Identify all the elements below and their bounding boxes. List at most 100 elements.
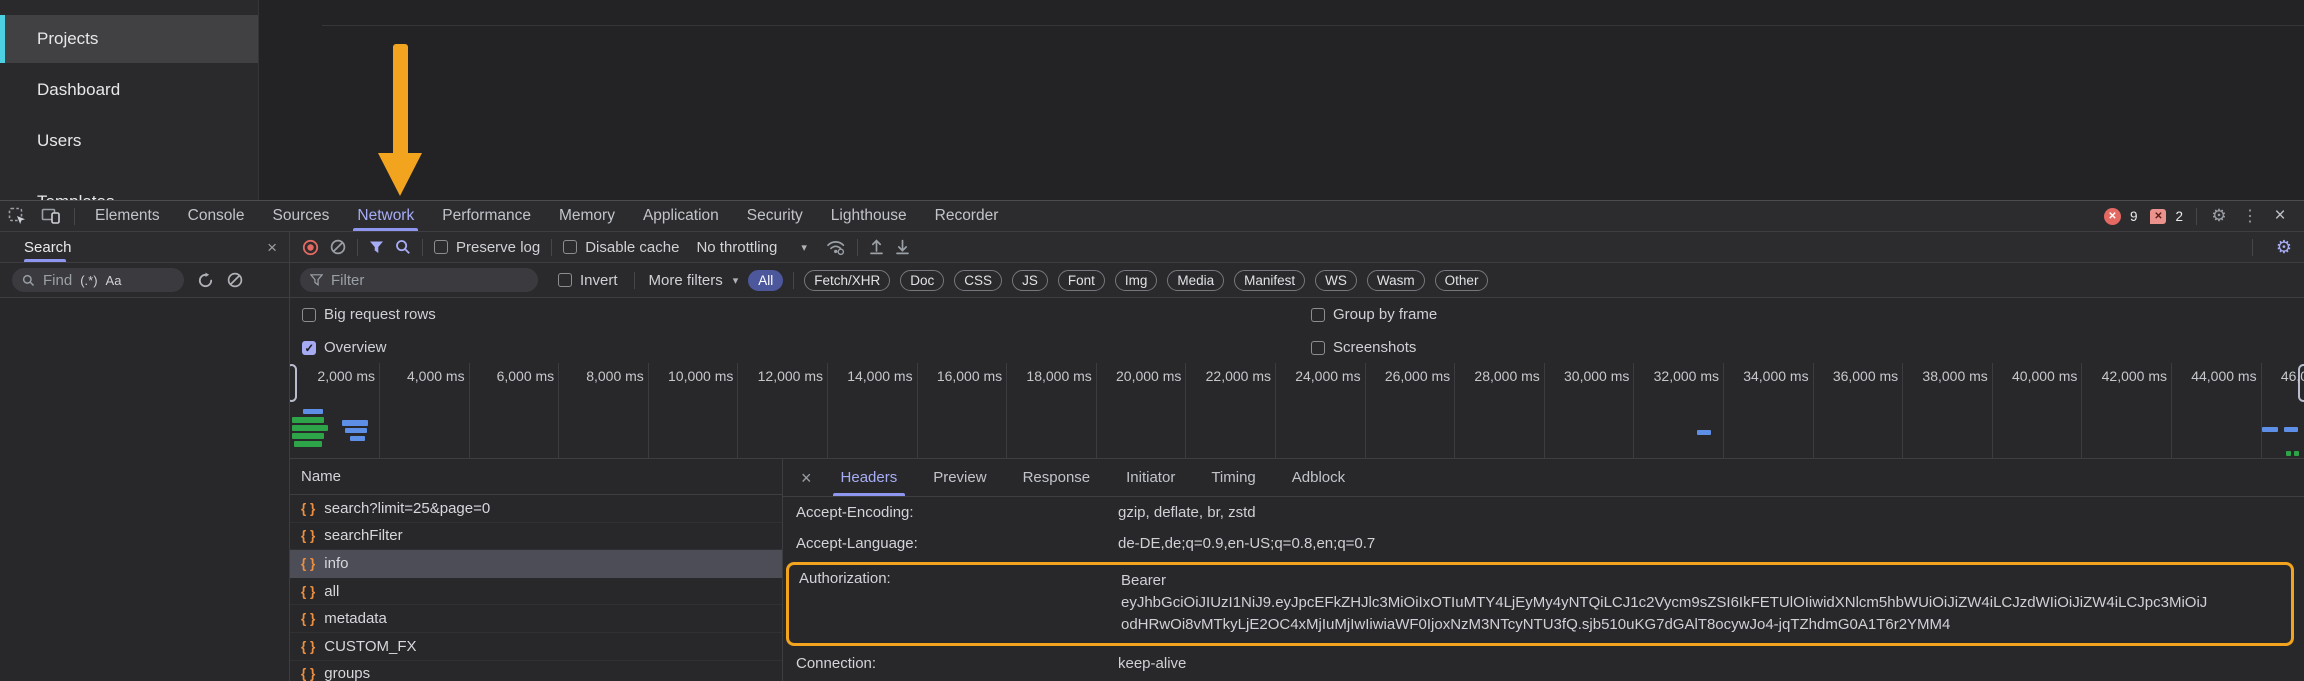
timeline-tick-label: 4,000 ms xyxy=(381,368,465,384)
timeline-overview[interactable]: 2,000 ms4,000 ms6,000 ms8,000 ms10,000 m… xyxy=(290,363,2304,459)
filter-pill-img[interactable]: Img xyxy=(1115,270,1158,291)
refresh-icon[interactable] xyxy=(197,272,214,289)
overview-checkbox[interactable]: Overview xyxy=(302,339,387,356)
details-tab-response[interactable]: Response xyxy=(1013,459,1101,496)
disable-cache-checkbox[interactable]: Disable cache xyxy=(563,239,679,256)
find-input[interactable]: Find (.*) Aa xyxy=(12,268,184,292)
filter-pill-fetch-xhr[interactable]: Fetch/XHR xyxy=(804,270,890,291)
header-name: Accept-Encoding: xyxy=(796,504,1118,521)
screenshots-checkbox[interactable]: Screenshots xyxy=(1311,339,1416,356)
request-row[interactable]: { }search?limit=25&page=0 xyxy=(290,495,782,523)
device-toolbar-icon[interactable] xyxy=(34,207,68,225)
inspect-element-icon[interactable] xyxy=(0,207,34,226)
close-details-icon[interactable]: × xyxy=(801,469,812,487)
request-row[interactable]: { }groups xyxy=(290,661,782,681)
network-settings-gear-icon[interactable]: ⚙ xyxy=(2264,237,2304,258)
timeline-request-bar xyxy=(292,425,328,431)
match-case-toggle[interactable]: Aa xyxy=(106,273,122,288)
network-conditions-icon[interactable] xyxy=(826,239,846,256)
sidebar-item-dashboard[interactable]: Dashboard xyxy=(0,66,258,114)
sidebar-item-users[interactable]: Users xyxy=(0,117,258,165)
group-by-frame-checkbox[interactable]: Group by frame xyxy=(1311,306,1437,323)
filter-input[interactable]: Filter xyxy=(300,268,538,292)
timeline-tick-label: 30,000 ms xyxy=(1545,368,1629,384)
error-badge-icon[interactable]: ✕ xyxy=(2104,208,2121,225)
more-filters-dropdown[interactable]: More filters ▾ xyxy=(649,272,739,289)
header-name: Accept-Language: xyxy=(796,535,1118,552)
tab-recorder[interactable]: Recorder xyxy=(921,201,1013,231)
timeline-request-bar xyxy=(345,428,367,433)
clear-network-log-icon[interactable] xyxy=(330,239,346,255)
filter-pill-font[interactable]: Font xyxy=(1058,270,1105,291)
details-tab-adblock[interactable]: Adblock xyxy=(1282,459,1355,496)
tab-performance[interactable]: Performance xyxy=(428,201,545,231)
tab-security[interactable]: Security xyxy=(733,201,817,231)
filter-pill-manifest[interactable]: Manifest xyxy=(1234,270,1305,291)
details-tab-headers[interactable]: Headers xyxy=(831,459,908,496)
preserve-log-checkbox[interactable]: Preserve log xyxy=(434,239,540,256)
timeline-tick-label: 16,000 ms xyxy=(918,368,1002,384)
checkbox-unchecked[interactable] xyxy=(1311,308,1325,322)
tab-console[interactable]: Console xyxy=(174,201,259,231)
timeline-request-bar xyxy=(292,417,324,423)
tab-memory[interactable]: Memory xyxy=(545,201,629,231)
checkbox-unchecked[interactable] xyxy=(302,308,316,322)
sidebar-item-templates[interactable]: Templates xyxy=(0,178,258,200)
filter-pill-js[interactable]: JS xyxy=(1012,270,1048,291)
filter-placeholder: Filter xyxy=(331,272,364,289)
warning-count: 2 xyxy=(2175,209,2183,224)
big-request-rows-checkbox[interactable]: Big request rows xyxy=(302,306,436,323)
filter-pill-media[interactable]: Media xyxy=(1167,270,1224,291)
find-placeholder: Find xyxy=(43,272,72,289)
regex-toggle[interactable]: (.*) xyxy=(80,273,97,288)
name-column-header[interactable]: Name xyxy=(290,459,782,495)
filter-pill-doc[interactable]: Doc xyxy=(900,270,944,291)
pill-divider xyxy=(793,272,794,289)
clear-search-icon[interactable] xyxy=(227,272,243,288)
search-close-icon[interactable]: × xyxy=(267,239,277,256)
tab-elements[interactable]: Elements xyxy=(81,201,174,231)
request-row[interactable]: { }searchFilter xyxy=(290,523,782,551)
timeline-request-bar xyxy=(2284,427,2298,432)
filter-pill-wasm[interactable]: Wasm xyxy=(1367,270,1425,291)
filter-funnel-icon[interactable] xyxy=(369,241,384,254)
invert-checkbox[interactable]: Invert xyxy=(558,272,618,289)
settings-gear-icon[interactable]: ⚙ xyxy=(2206,206,2232,226)
close-devtools-icon[interactable]: × xyxy=(2268,205,2292,227)
tab-network[interactable]: Network xyxy=(343,201,428,231)
throttling-dropdown[interactable]: No throttling ▾ xyxy=(696,239,806,256)
details-tab-initiator[interactable]: Initiator xyxy=(1116,459,1185,496)
timeline-tick-label: 44,000 ms xyxy=(2173,368,2257,384)
timeline-request-bar xyxy=(292,433,324,439)
details-tab-preview[interactable]: Preview xyxy=(923,459,996,496)
sidebar-item-projects[interactable]: Projects xyxy=(0,15,258,63)
import-har-icon[interactable] xyxy=(895,239,910,255)
checkbox-checked[interactable] xyxy=(302,341,316,355)
tab-lighthouse[interactable]: Lighthouse xyxy=(817,201,921,231)
tab-application[interactable]: Application xyxy=(629,201,733,231)
kebab-menu-icon[interactable]: ⋮ xyxy=(2241,206,2259,226)
export-har-icon[interactable] xyxy=(869,239,884,255)
search-pane-tab[interactable]: Search xyxy=(24,232,72,262)
filter-pill-other[interactable]: Other xyxy=(1435,270,1489,291)
filter-pill-ws[interactable]: WS xyxy=(1315,270,1357,291)
details-tab-timing[interactable]: Timing xyxy=(1201,459,1265,496)
checkbox-unchecked[interactable] xyxy=(563,240,577,254)
filter-pill-all[interactable]: All xyxy=(748,270,783,291)
record-icon[interactable] xyxy=(302,239,319,256)
request-list: { }search?limit=25&page=0{ }searchFilter… xyxy=(290,495,782,681)
checkbox-unchecked[interactable] xyxy=(1311,341,1325,355)
checkbox-unchecked[interactable] xyxy=(434,240,448,254)
request-row[interactable]: { }CUSTOM_FX xyxy=(290,633,782,661)
request-row[interactable]: { }metadata xyxy=(290,605,782,633)
json-request-icon: { } xyxy=(301,528,315,543)
tab-sources[interactable]: Sources xyxy=(259,201,344,231)
timeline-tick-label: 18,000 ms xyxy=(1008,368,1092,384)
search-network-icon[interactable] xyxy=(395,239,411,255)
request-row[interactable]: { }all xyxy=(290,578,782,606)
warning-badge-icon[interactable]: ✕ xyxy=(2150,209,2166,224)
filter-pill-css[interactable]: CSS xyxy=(954,270,1002,291)
checkbox-unchecked[interactable] xyxy=(558,273,572,287)
request-row[interactable]: { }info xyxy=(290,550,782,578)
screenshot-root: ProjectsDashboardUsers Templates Elements… xyxy=(0,0,2304,681)
